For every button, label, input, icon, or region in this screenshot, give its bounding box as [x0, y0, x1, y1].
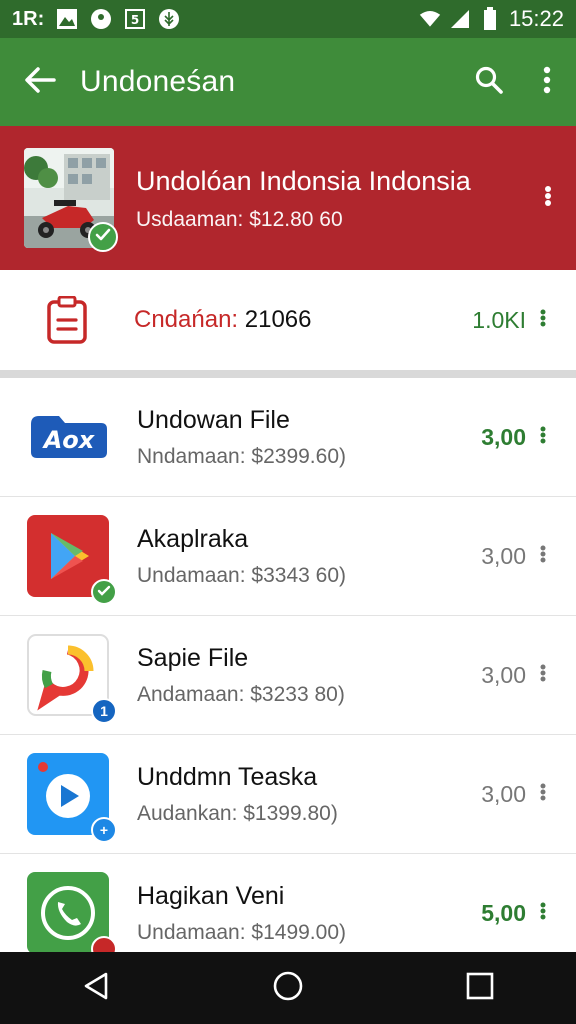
whatsapp-phone-icon	[27, 872, 117, 962]
list-item-subtitle: Undamaan: $1499.00)	[137, 920, 346, 944]
list-item-title: Akaplraka	[137, 524, 249, 553]
signal-icon	[449, 8, 471, 30]
check-badge	[91, 579, 117, 605]
summary-row[interactable]: Cndańan: 21066 1.0KI	[0, 270, 576, 370]
featured-more-button[interactable]	[528, 168, 568, 228]
list-item-more-button[interactable]	[526, 650, 560, 700]
section-divider	[0, 370, 576, 378]
nav-home-button[interactable]	[248, 952, 328, 1024]
check-icon	[95, 228, 111, 247]
status-right: 15:22	[419, 6, 564, 32]
list-item[interactable]: Akaplraka Undamaan: $3343 60) 3,00	[0, 497, 576, 616]
list-item-subtitle: Undamaan: $3343 60)	[137, 563, 346, 587]
wifi-icon	[419, 8, 441, 30]
more-vert-icon	[540, 783, 546, 806]
list-item-text: Undowan File Nndamaan: $2399.60)	[137, 406, 481, 469]
count-badge: 1	[91, 698, 117, 724]
back-button[interactable]	[0, 38, 80, 126]
summary-number: 21066	[244, 306, 312, 333]
featured-subtitle: Usdaaman: $12.80 60	[136, 208, 343, 231]
list-item-text: Akaplraka Undamaan: $3343 60)	[137, 525, 481, 588]
battery-icon	[479, 7, 501, 30]
list-item-title: Sapie File	[137, 643, 249, 672]
list-item-subtitle: Nndamaan: $2399.60)	[137, 444, 346, 468]
list-item-title: Undowan File	[137, 405, 290, 434]
check-icon	[97, 584, 111, 600]
list-item-title: Hagikan Veni	[137, 881, 285, 910]
aox-logo-text: Aox	[42, 426, 96, 454]
nav-back-button[interactable]	[56, 952, 136, 1024]
list-item-title: Unddmn Teaska	[137, 762, 318, 791]
clipboard-icon	[46, 295, 88, 344]
featured-thumbnail	[24, 148, 118, 252]
app-bar: Undoneśan	[0, 38, 576, 126]
back-arrow-icon	[24, 66, 56, 99]
list-item-more-button[interactable]	[526, 412, 560, 462]
nav-recents-button[interactable]	[440, 952, 520, 1024]
list-item-more-button[interactable]	[526, 888, 560, 938]
status-time: 15:22	[508, 6, 564, 31]
location-icon	[90, 8, 112, 30]
list-item-more-button[interactable]	[526, 531, 560, 581]
list-item-value: 3,00	[481, 780, 526, 807]
list-item-value: 3,00	[481, 542, 526, 569]
list-item-value: 3,00	[481, 423, 526, 450]
image-icon	[56, 8, 78, 30]
list-item[interactable]: 1 Sapie File Andamaan: $3233 80) 3,00	[0, 616, 576, 735]
sim-icon: 5	[124, 8, 146, 30]
aox-logo-icon: Aox	[27, 396, 109, 478]
more-vert-icon	[544, 185, 552, 212]
add-badge: +	[91, 817, 117, 843]
more-vert-icon	[540, 902, 546, 925]
summary-value: 1.0KI	[472, 306, 526, 333]
summary-label: Cndańan: 21066	[134, 306, 312, 334]
file-list: Aox Undowan File Nndamaan: $2399.60) 3,0…	[0, 378, 576, 973]
summary-label-text: Cndańan:	[134, 306, 239, 333]
list-item-text: Unddmn Teaska Audankan: $1399.80)	[137, 763, 481, 826]
list-item-text: Sapie File Andamaan: $3233 80)	[137, 644, 481, 707]
search-icon	[474, 65, 504, 100]
maps-pin-icon: 1	[27, 634, 117, 724]
app-title: Undoneśan	[80, 65, 236, 98]
svg-text:5: 5	[131, 13, 139, 27]
featured-card[interactable]: Undolóan Indonsia Indonsia Usdaaman: $12…	[0, 126, 576, 270]
recents-square-icon	[466, 972, 494, 1005]
list-item-more-button[interactable]	[526, 769, 560, 819]
more-vert-icon	[540, 664, 546, 687]
list-item-value: 5,00	[481, 899, 526, 926]
app-actions	[460, 38, 576, 126]
list-item-subtitle: Audankan: $1399.80)	[137, 801, 338, 825]
status-left: 1R: 5	[12, 8, 180, 31]
navigation-bar	[0, 952, 576, 1024]
more-vert-icon	[543, 66, 551, 99]
more-vert-icon	[540, 426, 546, 449]
play-store-icon	[27, 515, 117, 605]
list-item-text: Hagikan Veni Undamaan: $1499.00)	[137, 882, 481, 945]
back-triangle-icon	[82, 971, 110, 1006]
list-item[interactable]: Aox Undowan File Nndamaan: $2399.60) 3,0…	[0, 378, 576, 497]
list-item[interactable]: + Unddmn Teaska Audankan: $1399.80) 3,00	[0, 735, 576, 854]
more-vert-icon	[540, 309, 546, 332]
status-bar: 1R: 5 15:22	[0, 0, 576, 38]
more-vert-icon	[540, 545, 546, 568]
verified-badge	[88, 222, 118, 252]
leaf-icon	[158, 8, 180, 30]
video-play-icon: +	[27, 753, 117, 843]
list-item-subtitle: Andamaan: $3233 80)	[137, 682, 345, 706]
search-button[interactable]	[460, 38, 518, 126]
overflow-menu-button[interactable]	[518, 38, 576, 126]
list-item-value: 3,00	[481, 661, 526, 688]
summary-more-button[interactable]	[526, 295, 560, 345]
featured-text: Undolóan Indonsia Indonsia Usdaaman: $12…	[136, 164, 528, 232]
home-circle-icon	[272, 970, 304, 1007]
featured-title: Undolóan Indonsia Indonsia	[136, 166, 471, 196]
status-left-text: 1R:	[12, 7, 45, 30]
